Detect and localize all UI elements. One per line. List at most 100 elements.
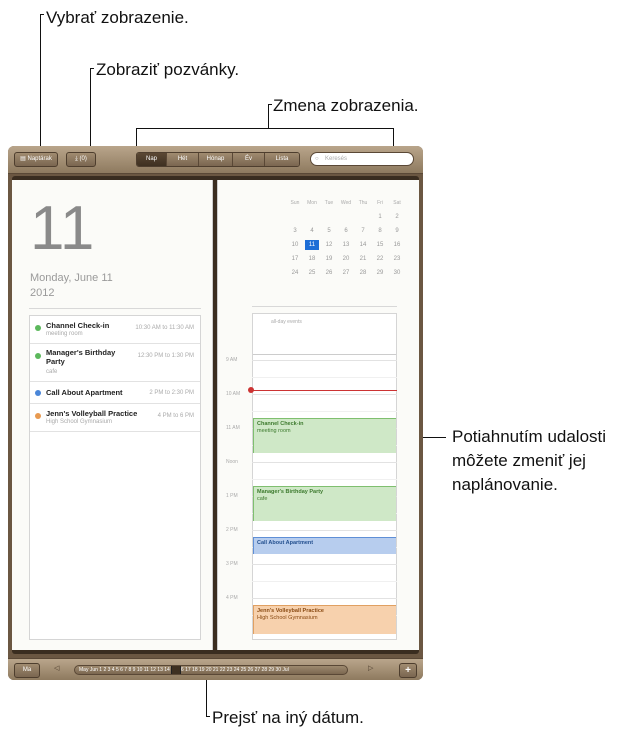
- mini-calendar-weekday: Thu: [358, 200, 368, 206]
- mini-calendar-day[interactable]: 27: [339, 268, 353, 278]
- mini-calendar-day[interactable]: 21: [356, 254, 370, 264]
- mini-calendar-day[interactable]: 6: [339, 226, 353, 236]
- today-button[interactable]: Ma: [14, 663, 40, 678]
- calendar-color-dot: [35, 353, 41, 359]
- event-block-title: Manager's Birthday Party: [257, 489, 324, 495]
- hour-line: [252, 462, 397, 463]
- mini-calendar-day-selected[interactable]: 11: [305, 240, 319, 250]
- mini-calendar-day[interactable]: 7: [356, 226, 370, 236]
- current-time-dot: [248, 387, 254, 393]
- mini-calendar-day[interactable]: 12: [322, 240, 336, 250]
- ipad-calendar-screen: ▤ Naptárak ⤓ (0) Nap Hét Hónap Év Lista …: [8, 146, 423, 680]
- mini-calendar-weekday: Tue: [324, 200, 334, 206]
- callout-line: [40, 14, 41, 152]
- day-year: 2012: [30, 287, 55, 299]
- tab-year[interactable]: Év: [233, 153, 265, 166]
- mini-calendar-day[interactable]: 13: [339, 240, 353, 250]
- hour-line: [252, 360, 397, 361]
- calendars-button[interactable]: ▤ Naptárak: [14, 152, 58, 167]
- mini-calendar-day[interactable]: 16: [390, 240, 404, 250]
- mini-calendar-day[interactable]: 8: [373, 226, 387, 236]
- left-page: 11 Monday, June 11 2012 Channel Check-in…: [12, 180, 213, 650]
- hour-label: 2 PM: [226, 527, 238, 533]
- mini-calendar-day[interactable]: 2: [390, 212, 404, 222]
- callout-line: [206, 676, 207, 716]
- mini-calendar-day[interactable]: 15: [373, 240, 387, 250]
- current-time-line: [252, 390, 397, 391]
- mini-calendar-day[interactable]: 14: [356, 240, 370, 250]
- search-placeholder: Keresés: [325, 156, 348, 162]
- add-event-button[interactable]: +: [399, 663, 417, 678]
- mini-calendar-day[interactable]: 24: [288, 268, 302, 278]
- callout-drag-line2: môžete zmeniť jej: [452, 451, 586, 470]
- invitations-button[interactable]: ⤓ (0): [66, 152, 96, 167]
- right-page: Sun Mon Tue Wed Thu Fri Sat 1 2 3 4 5 6 7 8 9 10 11 12 13 14…: [217, 180, 419, 650]
- mini-calendar-day[interactable]: 9: [390, 226, 404, 236]
- mini-calendar-day[interactable]: 1: [373, 212, 387, 222]
- hour-label: 3 PM: [226, 561, 238, 567]
- callout-bracket: [136, 128, 394, 129]
- event-block-title: Channel Check-in: [257, 421, 304, 427]
- event-block-birthday-party[interactable]: Manager's Birthday Party cafe: [253, 486, 396, 521]
- hour-label: 9 AM: [226, 357, 238, 363]
- tab-month[interactable]: Hónap: [199, 153, 233, 166]
- bottom-toolbar: Ma ◁ May Jun 1 2 3 4 5 6 7 8 9 10 11 12 …: [8, 658, 423, 680]
- mini-calendar-day[interactable]: 26: [322, 268, 336, 278]
- mini-calendar-day[interactable]: 17: [288, 254, 302, 264]
- event-location: High School Gymnasium: [46, 419, 113, 425]
- search-input[interactable]: ○ Keresés: [310, 152, 414, 166]
- mini-calendar-day[interactable]: 22: [373, 254, 387, 264]
- event-time: 10:30 AM to 11:30 AM: [135, 325, 194, 331]
- view-segmented-control: Nap Hét Hónap Év Lista: [136, 152, 300, 167]
- tab-day[interactable]: Nap: [137, 153, 167, 166]
- date-strip-labels: May Jun 1 2 3 4 5 6 7 8 9 10 11 12 13 14…: [79, 667, 289, 673]
- half-hour-line: [252, 479, 397, 480]
- callout-change-view: Zmena zobrazenia.: [273, 96, 419, 115]
- event-list-item[interactable]: Jenn's Volleyball Practice High School G…: [30, 404, 200, 432]
- event-block-channel-check-in[interactable]: Channel Check-in meeting room: [253, 418, 396, 453]
- event-block-location: High School Gymnasium: [257, 615, 318, 621]
- previous-month-arrow-icon[interactable]: ◁: [54, 664, 59, 672]
- mini-calendar-day[interactable]: 3: [288, 226, 302, 236]
- event-list-item[interactable]: Manager's Birthday Party cafe 12:30 PM t…: [30, 344, 200, 382]
- date-strip[interactable]: May Jun 1 2 3 4 5 6 7 8 9 10 11 12 13 14…: [74, 665, 348, 675]
- mini-calendar-day[interactable]: 4: [305, 226, 319, 236]
- event-block-title: Call About Apartment: [257, 540, 314, 546]
- mini-calendar-day[interactable]: 5: [322, 226, 336, 236]
- invitations-count: (0): [79, 156, 87, 162]
- event-title: Channel Check-in: [46, 321, 110, 330]
- mini-calendar-weekday: Sun: [290, 200, 300, 206]
- event-time: 2 PM to 2:30 PM: [149, 390, 194, 396]
- mini-calendar-day[interactable]: 28: [356, 268, 370, 278]
- mini-calendar-day[interactable]: 18: [305, 254, 319, 264]
- day-timeline[interactable]: all-day events: [252, 313, 397, 640]
- next-month-arrow-icon[interactable]: ▷: [368, 664, 373, 672]
- date-strip-selector[interactable]: [171, 666, 181, 674]
- day-number: 11: [30, 194, 95, 263]
- hour-line: [252, 530, 397, 531]
- half-hour-line: [252, 377, 397, 378]
- hour-line: [252, 564, 397, 565]
- event-time: 4 PM to 6 PM: [157, 413, 194, 419]
- mini-calendar-weekday: Sat: [393, 200, 401, 206]
- tab-week[interactable]: Hét: [167, 153, 199, 166]
- mini-calendar-day[interactable]: 19: [322, 254, 336, 264]
- mini-calendar-day[interactable]: 10: [288, 240, 302, 250]
- mini-calendar-day[interactable]: 20: [339, 254, 353, 264]
- event-block-call-about-apartment[interactable]: Call About Apartment: [253, 537, 396, 554]
- callout-drag-line1: Potiahnutím udalosti: [452, 427, 607, 446]
- mini-calendar-day[interactable]: 29: [373, 268, 387, 278]
- tab-list[interactable]: Lista: [265, 153, 299, 166]
- hour-label: 4 PM: [226, 595, 238, 601]
- event-list-item[interactable]: Channel Check-in meeting room 10:30 AM t…: [30, 316, 200, 344]
- calendar-color-dot: [35, 413, 41, 419]
- mini-calendar-day[interactable]: 23: [390, 254, 404, 264]
- event-list-item[interactable]: Call About Apartment 2 PM to 2:30 PM: [30, 382, 200, 404]
- event-block-volleyball-practice[interactable]: Jenn's Volleyball Practice High School G…: [253, 605, 396, 634]
- mini-calendar-day[interactable]: 25: [305, 268, 319, 278]
- hour-label: Noon: [226, 459, 238, 465]
- mini-calendar-day[interactable]: 30: [390, 268, 404, 278]
- divider: [252, 306, 397, 307]
- mini-calendar-weekday: Mon: [307, 200, 317, 206]
- half-hour-line: [252, 581, 397, 582]
